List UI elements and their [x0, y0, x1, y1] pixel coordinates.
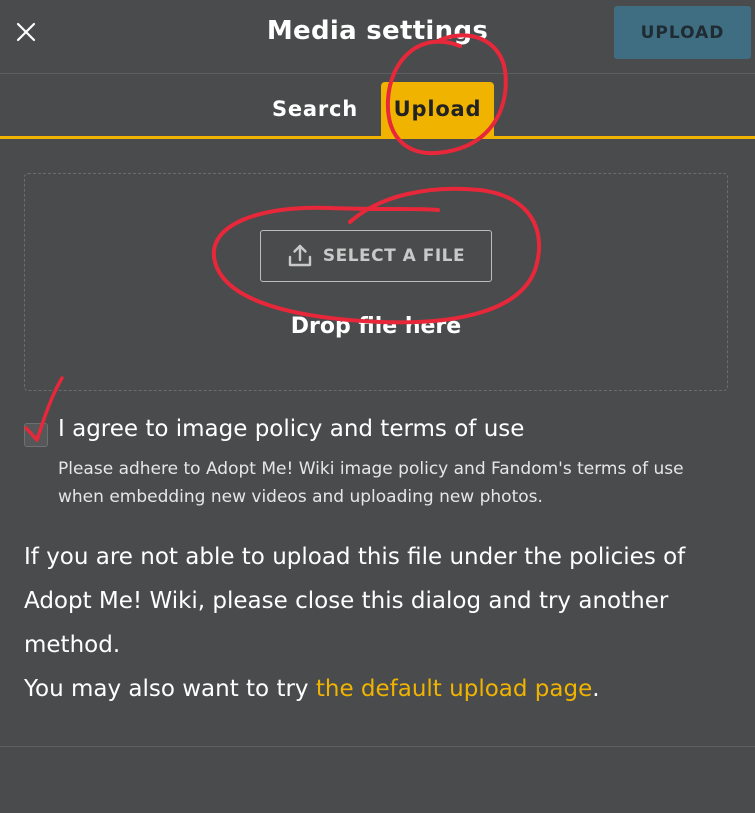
agree-description: Please adhere to Adopt Me! Wiki image po… [58, 459, 684, 507]
file-dropzone[interactable]: SELECT A FILE Drop file here [24, 173, 728, 391]
select-file-button[interactable]: SELECT A FILE [260, 230, 492, 282]
info-text: If you are not able to upload this file … [24, 535, 724, 711]
default-upload-page-link[interactable]: the default upload page [316, 676, 592, 702]
info-paragraph: If you are not able to upload this file … [24, 544, 686, 658]
footer-divider [0, 746, 755, 747]
info-link-line: You may also want to try the default upl… [24, 667, 724, 711]
dialog-header: Media settings UPLOAD [0, 0, 755, 74]
upload-icon [288, 244, 312, 267]
link-suffix: . [592, 676, 600, 702]
select-file-label: SELECT A FILE [322, 246, 466, 266]
link-prefix: You may also want to try [24, 676, 316, 702]
agree-checkbox[interactable] [24, 423, 48, 447]
agree-label[interactable]: I agree to image policy and terms of use [58, 416, 524, 442]
tab-bar: Search Upload [0, 74, 755, 139]
tab-upload[interactable]: Upload [381, 82, 494, 136]
tab-search[interactable]: Search [262, 82, 368, 136]
upload-button[interactable]: UPLOAD [614, 6, 751, 59]
drop-file-text: Drop file here [290, 314, 462, 339]
